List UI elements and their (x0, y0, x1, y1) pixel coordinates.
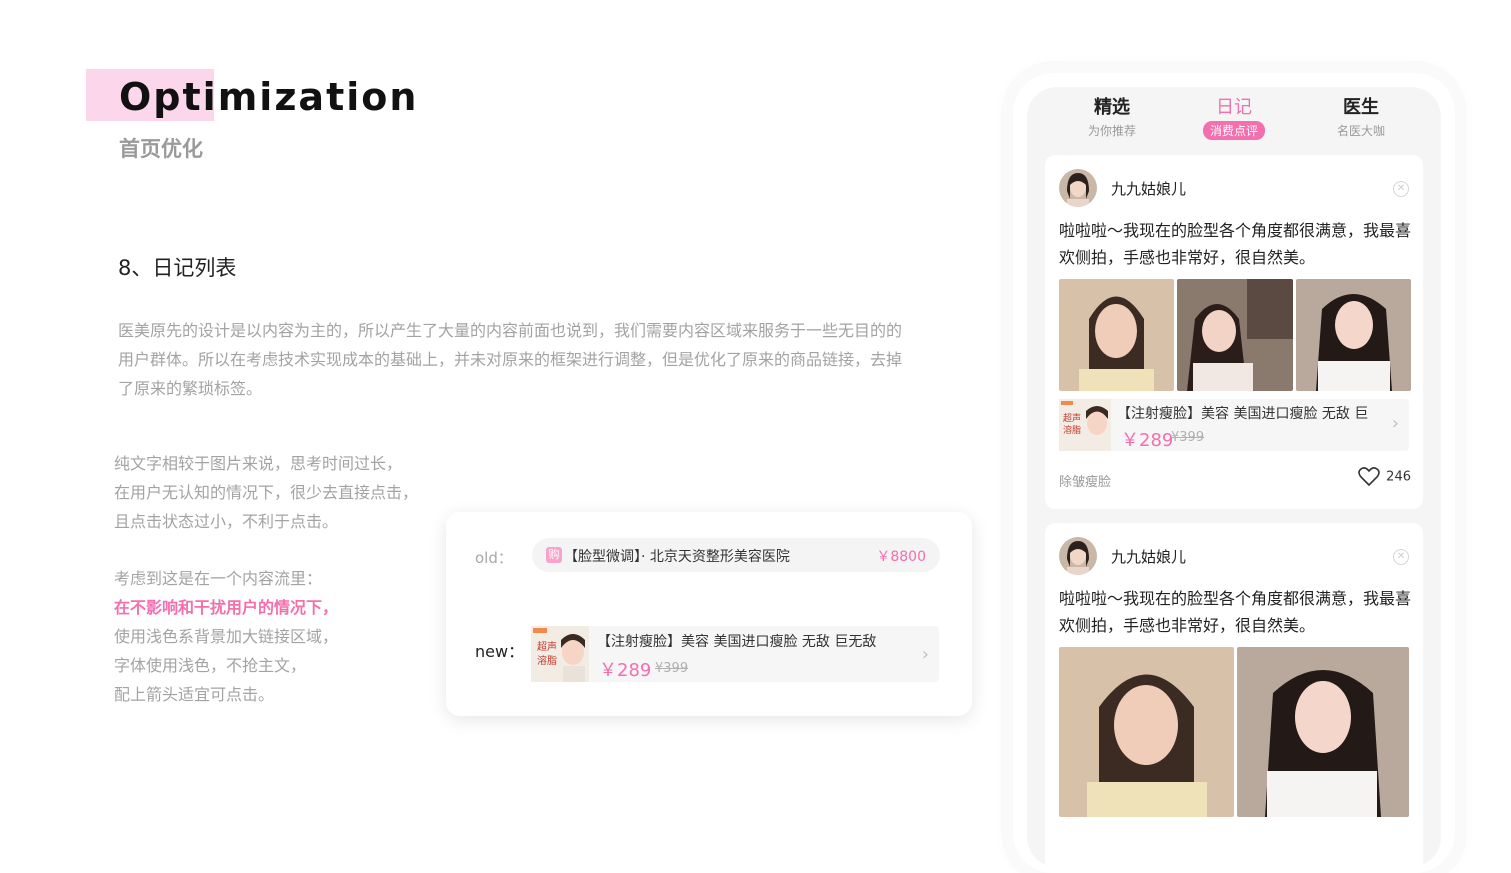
old-label: old： (475, 549, 513, 567)
tab-label: 精选 (1094, 97, 1130, 118)
product-title: 【注射瘦脸】美容 美国进口瘦脸 无敌 巨无敌 (597, 634, 877, 650)
tab-doctor[interactable]: 医生 名医大咖 (1301, 93, 1421, 140)
post-text: 啦啦啦～我现在的脸型各个角度都很满意，我最喜欢侧拍，手感也非常好，很自然美。 (1059, 221, 1412, 267)
product-original-price: ¥399 (655, 661, 689, 676)
old-product-text: 【脸型微调】· 北京天资整形美容医院 (564, 549, 790, 565)
avatar[interactable] (1059, 169, 1097, 207)
avatar[interactable] (1059, 537, 1097, 575)
section-paragraph: 医美原先的设计是以内容为主的，所以产生了大量的内容前面也说到，我们需要内容区域来… (118, 321, 903, 398)
svg-text:溶脂: 溶脂 (1063, 424, 1081, 436)
tab-label: 医生 (1343, 97, 1379, 118)
product-thumbnail: 超声 溶脂 (531, 626, 589, 682)
note-line: 纯文字相较于图片来说，思考时间过长， (114, 454, 403, 473)
post-image[interactable] (1237, 647, 1409, 817)
tab-featured[interactable]: 精选 为你推荐 (1052, 93, 1172, 140)
product-thumbnail: 超声 溶脂 (1059, 399, 1111, 451)
post-image[interactable] (1059, 279, 1174, 391)
note-line: 使用浅色系背景加大链接区域， (114, 627, 339, 646)
notes: 纯文字相较于图片来说，思考时间过长， 在用户无认知的情况下，很少去直接点击， 且… (114, 449, 418, 709)
product-link[interactable]: 超声 溶脂 【注射瘦脸】美容 美国进口瘦脸 无敌 巨 ￥289 ¥399 › (1059, 399, 1409, 451)
tab-sublabel: 为你推荐 (1087, 124, 1136, 138)
close-icon[interactable]: ✕ (1393, 549, 1409, 565)
product-price: ￥289 (599, 660, 652, 681)
post-image[interactable] (1296, 279, 1411, 391)
old-product-price: ￥8800 (876, 549, 926, 565)
product-title: 【注射瘦脸】美容 美国进口瘦脸 无敌 巨 (1117, 406, 1369, 422)
buy-tag-icon: 购 (546, 547, 562, 563)
note-highlight: 在不影响和干扰用户的情况下， (114, 598, 339, 617)
note-line: 字体使用浅色，不抢主文， (114, 656, 307, 675)
like-button[interactable]: 246 (1358, 467, 1411, 487)
diary-card[interactable]: 九九姑娘儿 ✕ 啦啦啦～我现在的脸型各个角度都很满意，我最喜欢侧拍，手感也非常好… (1045, 155, 1423, 509)
heart-icon (1358, 467, 1380, 487)
tab-label: 日记 (1216, 97, 1252, 118)
svg-text:溶脂: 溶脂 (537, 654, 557, 667)
tab-sublabel: 消费点评 (1202, 121, 1265, 140)
comparison-card: old： 购 【脸型微调】· 北京天资整形美容医院 ￥8800 new： 超声 … (446, 512, 972, 716)
page-subtitle: 首页优化 (119, 137, 203, 161)
svg-text:超声: 超声 (537, 640, 557, 653)
section-heading: 8、日记列表 (118, 256, 237, 280)
note-line: 配上箭头适宜可点击。 (114, 685, 275, 704)
note-line: 在用户无认知的情况下，很少去直接点击， (114, 483, 419, 502)
product-price: ￥289 (1121, 430, 1174, 451)
diary-card[interactable]: 九九姑娘儿 ✕ 啦啦啦～我现在的脸型各个角度都很满意，我最喜欢侧拍，手感也非常好… (1045, 523, 1423, 867)
chevron-right-icon: › (921, 644, 929, 665)
post-images (1059, 279, 1411, 391)
username: 九九姑娘儿 (1111, 548, 1187, 566)
post-tag[interactable]: 除皱瘦脸 (1059, 471, 1111, 490)
close-icon[interactable]: ✕ (1393, 181, 1409, 197)
tab-sublabel: 名医大咖 (1336, 124, 1385, 138)
phone-mockup: 精选 为你推荐 日记 消费点评 医生 名医大咖 九九姑娘儿 ✕ 啦啦啦～我现在的 (1013, 73, 1455, 873)
username: 九九姑娘儿 (1111, 180, 1187, 198)
post-text: 啦啦啦～我现在的脸型各个角度都很满意，我最喜欢侧拍，手感也非常好，很自然美。 (1059, 589, 1412, 635)
post-image[interactable] (1059, 647, 1234, 817)
product-original-price: ¥399 (1171, 430, 1205, 445)
svg-text:超声: 超声 (1063, 412, 1081, 424)
page-title: Optimization (119, 75, 419, 119)
phone-screen: 精选 为你推荐 日记 消费点评 医生 名医大咖 九九姑娘儿 ✕ 啦啦啦～我现在的 (1027, 87, 1441, 867)
post-image[interactable] (1177, 279, 1293, 391)
chevron-right-icon: › (1391, 413, 1399, 434)
post-images (1059, 647, 1409, 817)
note-line: 且点击状态过小，不利于点击。 (114, 512, 339, 531)
new-product-link[interactable]: 超声 溶脂 【注射瘦脸】美容 美国进口瘦脸 无敌 巨无敌 ￥289 ¥399 › (531, 626, 939, 682)
old-product-link[interactable]: 购 【脸型微调】· 北京天资整形美容医院 ￥8800 (532, 538, 940, 572)
like-count: 246 (1386, 469, 1411, 485)
tab-diary[interactable]: 日记 消费点评 (1174, 93, 1294, 140)
note-line: 考虑到这是在一个内容流里： (114, 569, 323, 588)
new-label: new： (475, 642, 525, 661)
